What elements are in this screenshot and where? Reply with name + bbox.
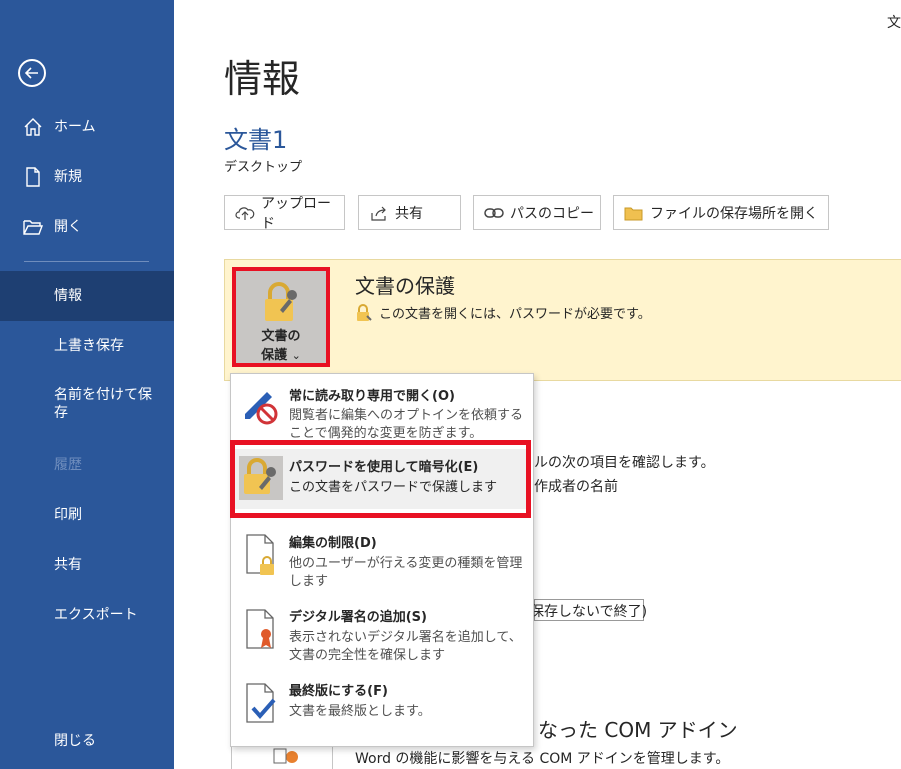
menu-item-title: デジタル署名の追加(S) — [289, 610, 427, 625]
folder-open-icon — [23, 220, 44, 235]
upload-button[interactable]: アップロード — [224, 195, 345, 232]
sidebar-item-info[interactable]: 情報 — [0, 271, 174, 321]
exit-option-text: 保存しないで終了) — [530, 604, 648, 620]
protect-button-label-line2: 保護 ⌄ — [236, 344, 326, 363]
protect-document-menu: 常に読み取り専用で開く(O) 閲覧者に編集へのオプトインを依頼することで偶発的な… — [230, 373, 534, 747]
menu-item-restrict-editing[interactable]: 編集の制限(D) 他のユーザーが行える変更の種類を管理します — [231, 529, 533, 599]
menu-item-description: 閲覧者に編集へのオプトインを依頼することで偶発的な変更を防ぎます。 — [289, 408, 524, 441]
lock-key-icon — [265, 282, 297, 321]
pencil-no-icon — [245, 392, 278, 425]
home-icon — [24, 118, 42, 136]
sidebar-item-label: エクスポート — [54, 607, 138, 623]
inspect-author-item: 作成者の名前 — [534, 479, 618, 495]
sidebar-item-close[interactable]: 閉じる — [0, 716, 174, 766]
sidebar-item-new[interactable]: 新規 — [0, 152, 174, 202]
menu-item-title: 編集の制限(D) — [289, 536, 377, 551]
sidebar-item-home[interactable]: ホーム — [0, 102, 174, 152]
sidebar-item-open[interactable]: 開く — [0, 202, 174, 252]
certificate-icon — [246, 609, 274, 649]
lock-icon — [357, 303, 372, 321]
sidebar-item-label: 上書き保存 — [54, 338, 124, 354]
sidebar-item-history: 履歴 — [0, 440, 174, 490]
gear-icon — [273, 748, 298, 764]
sidebar-divider — [24, 261, 149, 262]
link-icon — [484, 203, 504, 223]
folder-icon — [624, 203, 644, 223]
menu-item-title: 常に読み取り専用で開く(O) — [289, 389, 455, 404]
copy-path-label: パスのコピー — [510, 205, 594, 222]
share-button[interactable]: 共有 — [358, 195, 461, 230]
document-lock-icon — [246, 534, 274, 575]
protect-document-button[interactable]: 文書の 保護 ⌄ — [232, 267, 330, 367]
open-location-label: ファイルの保存場所を開く — [650, 205, 818, 222]
annotation-highlight-frame — [230, 440, 531, 518]
arrow-left-icon — [24, 67, 38, 79]
document-location: デスクトップ — [224, 160, 303, 175]
sidebar-item-export[interactable]: エクスポート — [0, 590, 174, 640]
inspect-description: ルの次の項目を確認します。 — [534, 455, 715, 471]
protect-button-label-text: 保護 — [261, 348, 288, 363]
document-name: 文書1 — [224, 126, 288, 154]
chevron-down-icon: ⌄ — [291, 349, 301, 362]
document-check-icon — [246, 683, 276, 723]
window-title-fragment: 文 — [887, 15, 901, 31]
sidebar-item-label: ホーム — [54, 119, 96, 135]
new-document-icon — [26, 167, 40, 187]
menu-item-description: 他のユーザーが行える変更の種類を管理します — [289, 556, 523, 589]
menu-item-mark-as-final[interactable]: 最終版にする(F) 文書を最終版とします。 — [231, 678, 533, 738]
sidebar-item-share[interactable]: 共有 — [0, 540, 174, 590]
menu-item-description: 表示されないデジタル署名を追加して、文書の完全性を確保します — [289, 630, 522, 663]
cloud-upload-icon — [235, 203, 255, 223]
sidebar-item-save-as[interactable]: 名前を付けて保 存 — [0, 380, 174, 432]
menu-item-title: 最終版にする(F) — [289, 684, 388, 699]
open-location-button[interactable]: ファイルの保存場所を開く — [613, 195, 829, 230]
menu-item-description: 文書を最終版とします。 — [289, 704, 431, 719]
copy-path-button[interactable]: パスのコピー — [473, 195, 601, 230]
protect-description: この文書を開くには、パスワードが必要です。 — [379, 307, 651, 322]
share-label: 共有 — [395, 205, 423, 222]
share-icon — [369, 203, 389, 223]
sidebar-item-save[interactable]: 上書き保存 — [0, 321, 174, 371]
sidebar-item-label: 共有 — [54, 557, 82, 573]
sidebar-item-label: 印刷 — [54, 507, 82, 523]
upload-label: アップロード — [261, 195, 331, 232]
backstage-sidebar: ホーム 新規 開く 情報 上書き保存 名前を付けて保 存 履歴 印刷 共有 エク… — [0, 0, 174, 769]
sidebar-item-label: 履歴 — [54, 457, 82, 473]
com-addin-title: なった COM アドイン — [538, 718, 738, 742]
sidebar-item-label: 名前を付けて保 存 — [54, 387, 152, 421]
protect-status: この文書を開くには、パスワードが必要です。 — [355, 303, 651, 322]
sidebar-item-label: 新規 — [54, 169, 82, 185]
com-addin-description: Word の機能に影響を与える COM アドインを管理します。 — [355, 751, 730, 767]
protect-button-label-line1: 文書の — [261, 329, 301, 344]
sidebar-item-label: 情報 — [54, 288, 82, 304]
menu-item-add-digital-signature[interactable]: デジタル署名の追加(S) 表示されないデジタル署名を追加して、文書の完全性を確保… — [231, 604, 533, 674]
page-title: 情報 — [224, 57, 301, 101]
sidebar-item-label: 閉じる — [54, 733, 96, 749]
protect-title: 文書の保護 — [355, 274, 455, 298]
sidebar-item-print[interactable]: 印刷 — [0, 490, 174, 540]
back-button[interactable] — [18, 59, 46, 87]
sidebar-item-label: 開く — [54, 219, 82, 235]
